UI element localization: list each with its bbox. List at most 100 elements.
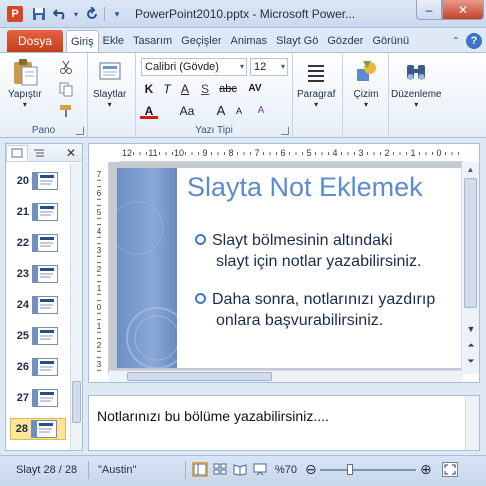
tab-review[interactable]: Gözder (323, 30, 368, 53)
font-size-value: 12 (254, 61, 267, 73)
slide-decoration (117, 168, 188, 368)
slide-thumbnail[interactable]: 26 (12, 356, 72, 378)
close-button[interactable]: ✕ (442, 0, 484, 20)
ribbon-tab-row: Dosya Giriş Ekle Tasarım Geçişler Animas… (0, 28, 486, 53)
notes-pane[interactable]: Notlarınızı bu bölüme yazabilirsiniz.... (88, 395, 480, 451)
reading-view-button[interactable] (232, 462, 248, 477)
slide-thumbnail[interactable]: 20 (12, 170, 72, 192)
scroll-down-icon[interactable]: ▼ (462, 322, 479, 336)
slide-bullet-2[interactable]: Daha sonra, notlarınızı yazdırıp onlara … (195, 289, 435, 331)
change-case-button[interactable]: Aa (176, 103, 198, 119)
slide-horizontal-scrollbar[interactable] (109, 370, 463, 382)
new-slide-dropdown-icon[interactable]: ▾ (108, 100, 112, 109)
next-slide-icon[interactable]: ⏷ (462, 354, 479, 368)
drawing-button[interactable]: Çizim ▾ (351, 57, 381, 109)
save-icon[interactable] (30, 5, 48, 23)
format-painter-icon[interactable] (58, 103, 74, 119)
font-color-button[interactable]: A (140, 103, 158, 119)
font-size-dropdown-icon[interactable]: ▾ (281, 59, 285, 75)
fit-to-window-button[interactable] (442, 462, 458, 477)
slide-thumbnail[interactable]: 24 (12, 294, 72, 316)
ruler-label: 11 (148, 148, 157, 158)
grow-font-button[interactable]: A (214, 103, 228, 119)
shrink-font-button[interactable]: A (232, 103, 246, 119)
copy-icon[interactable] (58, 81, 74, 97)
zoom-out-icon[interactable]: ⊖ (305, 461, 317, 478)
slide-thumbnail[interactable]: 21 (12, 201, 72, 223)
paste-button[interactable]: Yapıştır ▾ (8, 57, 42, 109)
clipboard-launcher[interactable] (76, 127, 84, 135)
clear-formatting-button[interactable]: A (252, 103, 270, 119)
paragraph-button[interactable]: Paragraf ▾ (297, 57, 335, 109)
shadow-button[interactable]: S (198, 81, 212, 97)
zoom-slider-knob[interactable] (347, 464, 353, 475)
slide-scroll-thumb[interactable] (464, 178, 477, 308)
tab-home[interactable]: Giriş (66, 30, 99, 53)
slide[interactable]: Slayta Not Eklemek Slayt bölmesinin altı… (117, 168, 461, 368)
tab-transitions[interactable]: Geçişler (177, 30, 226, 53)
minimize-ribbon-icon[interactable]: ⌃ (452, 36, 460, 47)
bold-button[interactable]: K (142, 81, 156, 97)
slide-vertical-scrollbar[interactable]: ▲ ▼ ⏶ ⏷ (461, 162, 479, 374)
zoom-in-icon[interactable]: ⊕ (420, 461, 432, 478)
slide-hscroll-thumb[interactable] (127, 372, 272, 381)
drawing-dropdown-icon[interactable]: ▾ (364, 100, 368, 109)
paste-dropdown-icon[interactable]: ▾ (23, 100, 27, 109)
tab-design[interactable]: Tasarım (129, 30, 177, 53)
scroll-up-icon[interactable]: ▲ (462, 162, 479, 178)
tab-insert[interactable]: Ekle (99, 30, 129, 53)
notes-scrollbar[interactable] (465, 396, 479, 450)
slides-pane-scroll-thumb[interactable] (72, 381, 81, 423)
ruler-label: 3 (97, 246, 102, 255)
font-size-combo[interactable]: 12 ▾ (250, 58, 288, 76)
help-icon[interactable]: ? (466, 33, 482, 49)
slide-thumbnail[interactable]: 23 (12, 263, 72, 285)
minimize-button[interactable]: – (416, 0, 442, 20)
slide-title[interactable]: Slayta Not Eklemek (187, 172, 423, 203)
tab-view[interactable]: Görünü (368, 30, 414, 53)
tab-file[interactable]: Dosya (7, 30, 63, 52)
bullet-2-line-1: Daha sonra, notlarınızı yazdırıp (212, 291, 436, 308)
slide-thumbnail-image (32, 327, 58, 345)
font-family-combo[interactable]: Calibri (Gövde) ▾ (141, 58, 247, 76)
slide-thumbnail[interactable]: 27 (12, 387, 72, 409)
slide-thumbnail[interactable]: 25 (12, 325, 72, 347)
paragraph-dropdown-icon[interactable]: ▾ (314, 100, 318, 109)
font-family-dropdown-icon[interactable]: ▾ (240, 59, 244, 75)
ribbon: Yapıştır ▾ Pano Slaytlar ▾ Calibri (Gövd… (0, 52, 486, 138)
slide-thumbnail-number: 20 (16, 175, 29, 187)
redo-icon[interactable] (83, 5, 101, 23)
undo-icon[interactable] (51, 5, 69, 23)
tab-animations[interactable]: Animas (226, 30, 272, 53)
slide-thumbnail[interactable]: 28 (10, 418, 66, 440)
cut-icon[interactable] (58, 59, 74, 75)
undo-dropdown-icon[interactable]: ▾ (72, 5, 80, 23)
char-spacing-button[interactable]: AV (244, 81, 266, 97)
notes-text[interactable]: Notlarınızı bu bölüme yazabilirsiniz.... (97, 408, 329, 424)
tab-slides-thumbnails[interactable] (6, 144, 28, 161)
tab-outline[interactable] (28, 145, 50, 161)
editing-dropdown-icon[interactable]: ▾ (414, 100, 418, 109)
slideshow-button[interactable] (252, 462, 268, 477)
zoom-level[interactable]: %70 (275, 464, 297, 476)
slide-bullet-1[interactable]: Slayt bölmesinin altındaki slayt için no… (195, 230, 421, 272)
close-pane-icon[interactable]: ✕ (66, 146, 76, 160)
new-slide-button[interactable]: Slaytlar ▾ (93, 57, 126, 109)
tab-slideshow[interactable]: Slayt Gö (272, 30, 323, 53)
slides-pane-scrollbar[interactable] (70, 163, 82, 450)
previous-slide-icon[interactable]: ⏶ (462, 338, 479, 352)
strikethrough-button[interactable]: abc (216, 81, 240, 97)
font-launcher[interactable] (281, 127, 289, 135)
slide-thumbnail[interactable]: 22 (12, 232, 72, 254)
ruler-label: 7 (254, 148, 259, 158)
normal-view-button[interactable] (192, 462, 208, 477)
customize-qat-icon[interactable]: ▾ (108, 5, 126, 23)
underline-button[interactable]: A (178, 81, 192, 97)
slide-sorter-button[interactable] (212, 462, 228, 477)
theme-name[interactable]: "Austin" (98, 464, 136, 476)
italic-button[interactable]: T (160, 81, 174, 97)
font-family-value: Calibri (Gövde) (145, 61, 219, 73)
zoom-slider[interactable] (320, 464, 416, 475)
ruler-label: 3 (358, 148, 363, 158)
editing-button[interactable]: Düzenleme ▾ (391, 57, 442, 109)
